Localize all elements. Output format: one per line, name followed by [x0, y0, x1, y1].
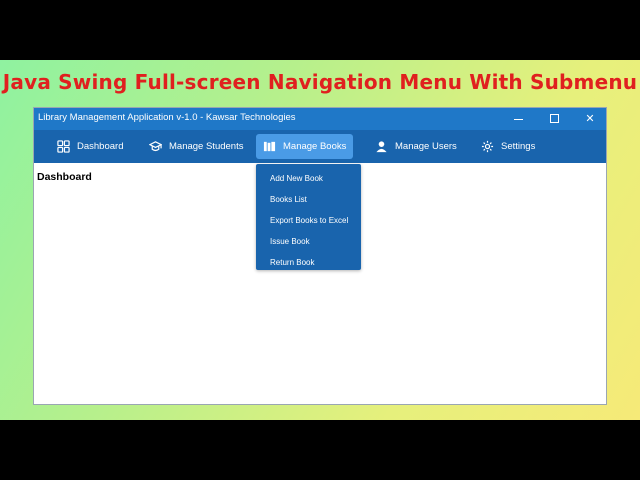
- submenu-item-export-books[interactable]: Export Books to Excel: [256, 210, 361, 231]
- menu-item-manage-books[interactable]: Manage Books: [256, 134, 353, 159]
- books-icon: [262, 140, 276, 154]
- submenu-item-add-new-book[interactable]: Add New Book: [256, 168, 361, 189]
- close-icon: ✕: [585, 112, 595, 125]
- menu-item-label: Manage Users: [395, 141, 457, 152]
- menu-item-label: Manage Students: [169, 141, 244, 152]
- thumbnail-frame: Java Swing Full-screen Navigation Menu W…: [0, 60, 640, 420]
- menu-item-label: Manage Books: [283, 141, 347, 152]
- menu-item-manage-students[interactable]: Manage Students: [142, 134, 249, 159]
- menu-item-label: Settings: [501, 141, 536, 152]
- menu-item-label: Dashboard: [77, 141, 124, 152]
- manage-books-submenu: Add New Book Books List Export Books to …: [256, 164, 361, 270]
- headline: Java Swing Full-screen Navigation Menu W…: [2, 70, 638, 94]
- title-bar[interactable]: Library Management Application v-1.0 - K…: [34, 108, 606, 130]
- menu-item-manage-users[interactable]: Manage Users: [368, 134, 463, 159]
- submenu-item-issue-book[interactable]: Issue Book: [256, 231, 361, 252]
- menu-bar: Dashboard Manage Students Manage Books M…: [34, 130, 606, 163]
- window-title: Library Management Application v-1.0 - K…: [38, 112, 296, 123]
- page-title: Dashboard: [37, 171, 92, 183]
- app-window: Library Management Application v-1.0 - K…: [33, 107, 607, 405]
- submenu-item-return-book[interactable]: Return Book: [256, 252, 361, 273]
- graduation-cap-icon: [148, 140, 162, 154]
- maximize-button[interactable]: [536, 108, 572, 130]
- user-icon: [374, 140, 388, 154]
- maximize-icon: [549, 113, 559, 123]
- submenu-item-books-list[interactable]: Books List: [256, 189, 361, 210]
- menu-item-dashboard[interactable]: Dashboard: [50, 134, 129, 159]
- gear-icon: [480, 140, 494, 154]
- dashboard-icon: [56, 140, 70, 154]
- close-button[interactable]: ✕: [572, 108, 608, 130]
- minimize-button[interactable]: [500, 108, 536, 130]
- menu-item-settings[interactable]: Settings: [474, 134, 541, 159]
- minimize-icon: [513, 118, 523, 120]
